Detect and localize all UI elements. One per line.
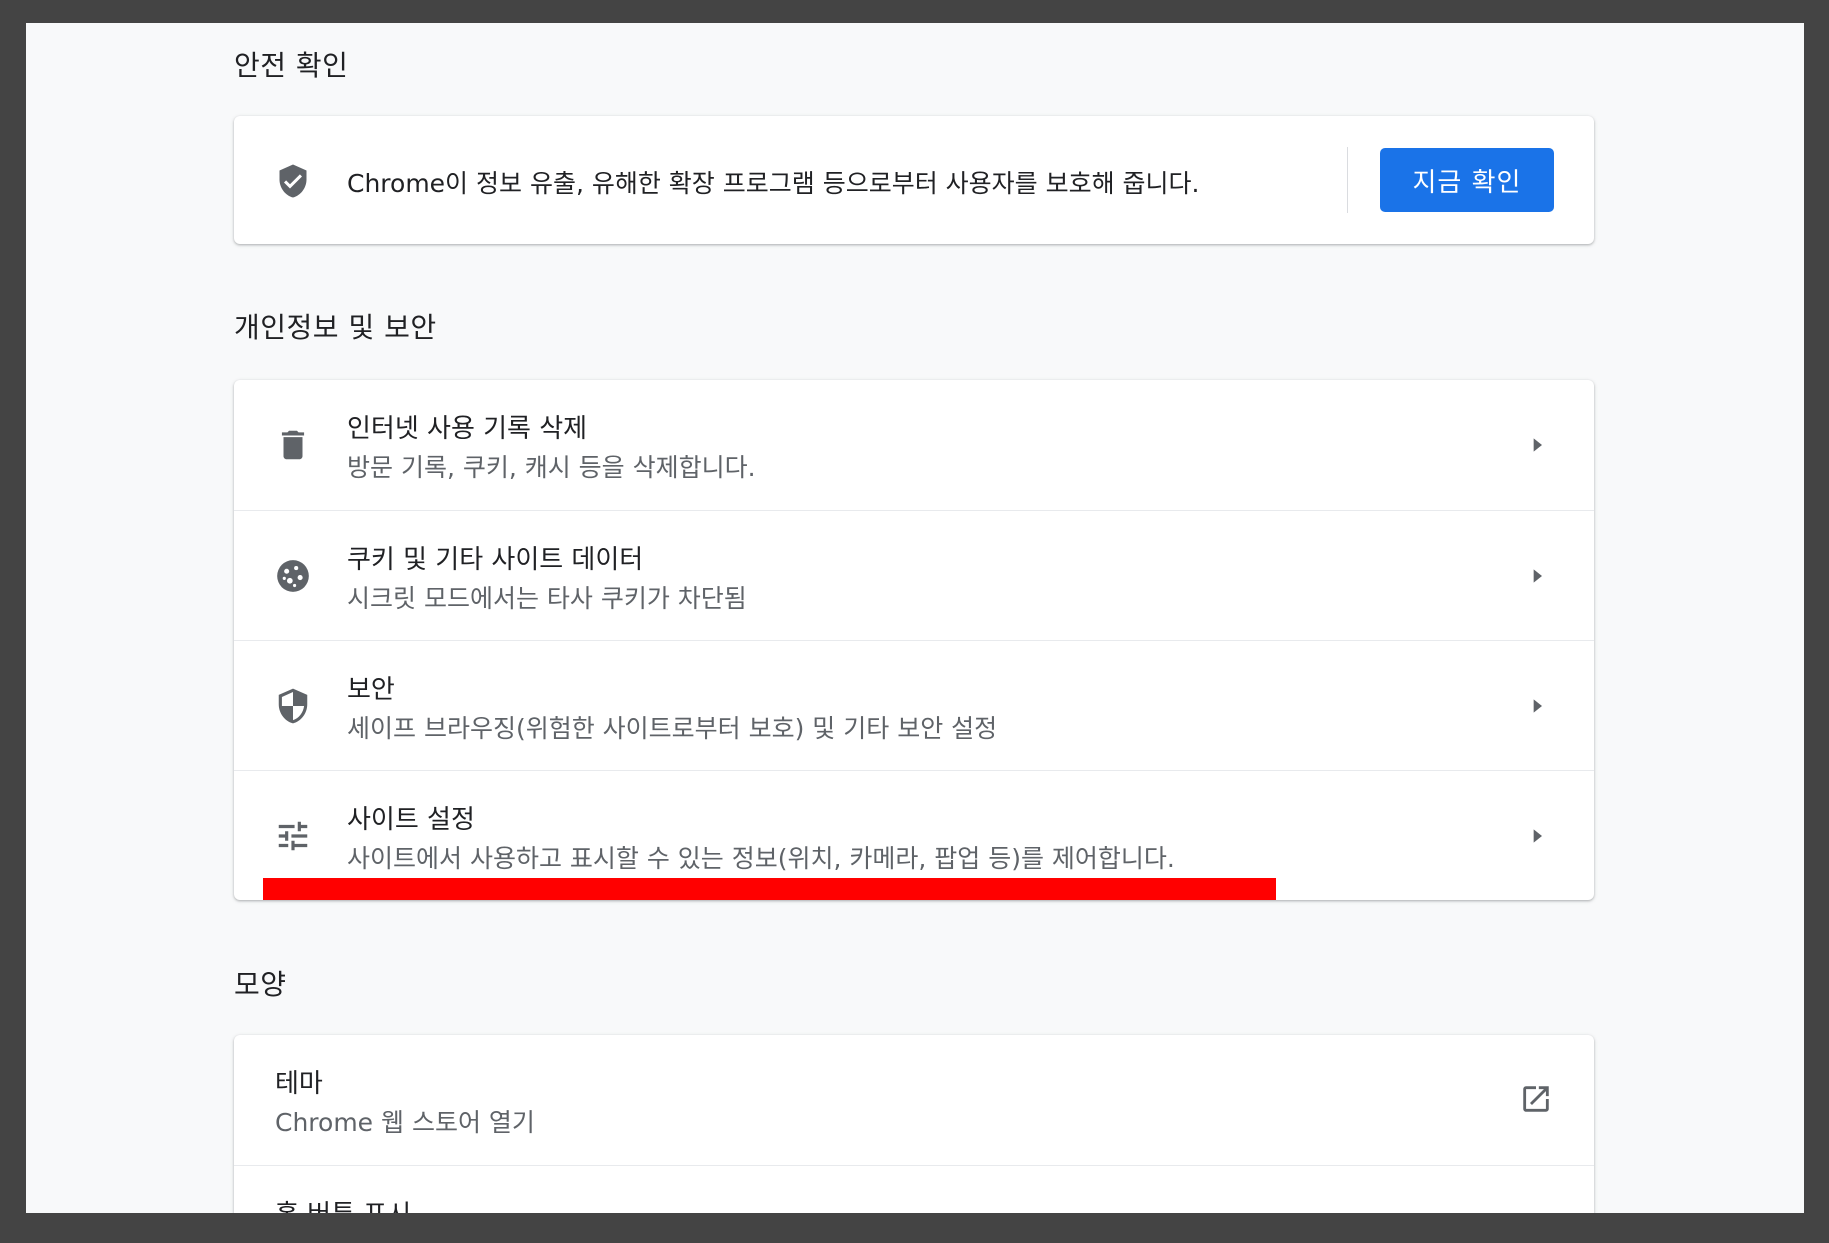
cookie-icon [277,560,309,592]
site-settings-row[interactable]: 사이트 설정 사이트에서 사용하고 표시할 수 있는 정보(위치, 카메라, 팝… [234,770,1594,900]
screenshot-frame: 안전 확인 Chrome이 정보 유출, 유해한 확장 프로그램 등으로부터 사… [0,0,1829,1243]
trash-icon [281,430,305,460]
row-sublabel: 방문 기록, 쿠키, 캐시 등을 삭제합니다. [347,453,756,482]
row-label: 쿠키 및 기타 사이트 데이터 [347,545,644,575]
appearance-title: 모양 [234,968,287,1001]
row-sublabel: 세이프 브라우징(위험한 사이트로부터 보호) 및 기타 보안 설정 [347,714,998,743]
show-home-button-row[interactable]: 홈 버튼 표시 [234,1165,1594,1213]
arrow-right-icon [1533,569,1542,583]
tune-icon [278,821,308,851]
row-label: 인터넷 사용 기록 삭제 [347,414,588,444]
theme-row[interactable]: 테마 Chrome 웹 스토어 열기 [234,1035,1594,1165]
row-label: 테마 [275,1069,323,1099]
row-sublabel: 시크릿 모드에서는 타사 쿠키가 차단됨 [347,584,747,613]
appearance-card: 테마 Chrome 웹 스토어 열기 홈 버튼 표시 [234,1035,1594,1213]
row-sublabel: 사이트에서 사용하고 표시할 수 있는 정보(위치, 카메라, 팝업 등)를 제… [347,844,1175,873]
arrow-right-icon [1533,699,1542,713]
row-label: 사이트 설정 [347,805,475,835]
shield-icon [278,688,308,724]
row-label: 홈 버튼 표시 [275,1194,411,1213]
highlight-annotation [263,878,1276,900]
arrow-right-icon [1533,829,1542,843]
safety-check-title: 안전 확인 [234,49,349,82]
privacy-security-card: 인터넷 사용 기록 삭제 방문 기록, 쿠키, 캐시 등을 삭제합니다. 쿠키 … [234,380,1594,900]
clear-browsing-data-row[interactable]: 인터넷 사용 기록 삭제 방문 기록, 쿠키, 캐시 등을 삭제합니다. [234,380,1594,510]
cookies-row[interactable]: 쿠키 및 기타 사이트 데이터 시크릿 모드에서는 타사 쿠키가 차단됨 [234,510,1594,641]
row-label: 보안 [347,675,395,705]
settings-page: 안전 확인 Chrome이 정보 유출, 유해한 확장 프로그램 등으로부터 사… [26,23,1804,1213]
privacy-security-title: 개인정보 및 보안 [234,311,437,344]
check-now-button[interactable]: 지금 확인 [1380,148,1554,212]
row-sublabel: Chrome 웹 스토어 열기 [275,1108,535,1137]
safety-check-card: Chrome이 정보 유출, 유해한 확장 프로그램 등으로부터 사용자를 보호… [234,116,1594,244]
shield-check-icon [279,164,307,198]
safety-check-description: Chrome이 정보 유출, 유해한 확장 프로그램 등으로부터 사용자를 보호… [347,169,1200,198]
open-in-new-icon [1523,1086,1549,1112]
arrow-right-icon [1533,438,1542,452]
security-row[interactable]: 보안 세이프 브라우징(위험한 사이트로부터 보호) 및 기타 보안 설정 [234,640,1594,771]
divider [1347,147,1348,213]
